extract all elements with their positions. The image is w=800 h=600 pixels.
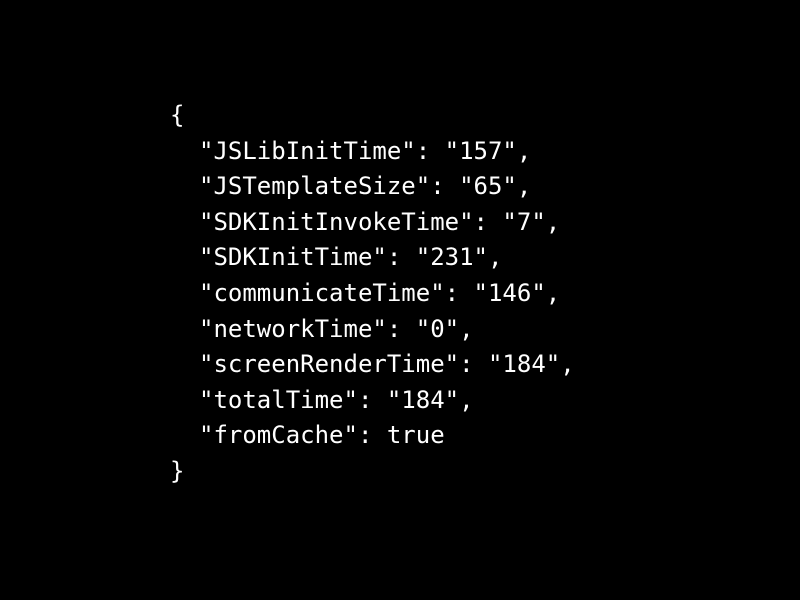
json-line-networktime: "networkTime": "0", <box>199 314 474 343</box>
json-line-sdkinittime: "SDKInitTime": "231", <box>199 243 503 272</box>
json-line-totaltime: "totalTime": "184", <box>199 385 474 414</box>
open-brace: { <box>170 101 185 129</box>
json-line-jstemplatesize: "JSTemplateSize": "65", <box>199 172 532 201</box>
json-line-communicatetime: "communicateTime": "146", <box>199 278 561 307</box>
close-brace: } <box>170 456 185 485</box>
json-line-fromcache: "fromCache": true <box>199 421 445 450</box>
json-line-sdkinitinvoketime: "SDKInitInvokeTime": "7", <box>199 207 561 236</box>
json-line-jslibinittime: "JSLibInitTime": "157", <box>199 136 532 165</box>
json-code-block: { "JSLibInitTime": "157", "JSTemplateSiz… <box>170 98 770 490</box>
json-line-screenrendertime: "screenRenderTime": "184", <box>199 350 575 379</box>
